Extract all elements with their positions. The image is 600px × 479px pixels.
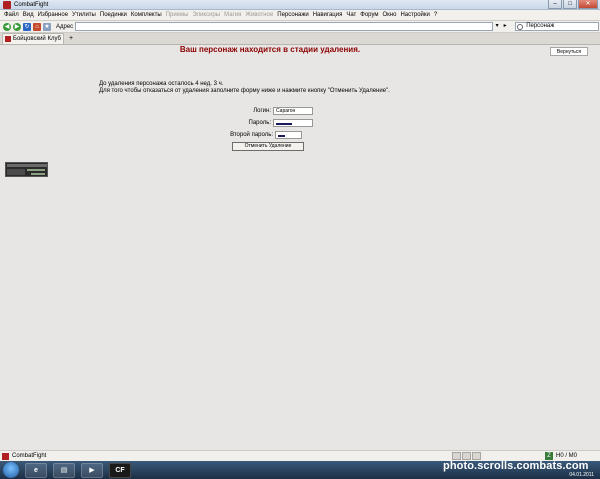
close-button[interactable]: ✕ (578, 0, 598, 9)
tab-favicon-icon (5, 36, 11, 42)
menu-bar: Файл Вид Избранное Утилиты Поединки Комплекты… (0, 10, 600, 21)
z-icon[interactable]: Z (545, 452, 553, 460)
menu-item[interactable]: Избранное (38, 12, 68, 18)
cancel-deletion-button[interactable]: Отменить Удаление (232, 142, 304, 151)
deletion-time-text: До удаления персонажа осталось 4 нед. 3 … (99, 81, 224, 87)
menu-item: Приемы (165, 12, 189, 18)
taskbar-ie-button[interactable]: e (25, 462, 47, 478)
menu-item[interactable]: Утилиты (72, 12, 96, 18)
second-password-label: Второй пароль: (230, 132, 273, 138)
maximize-button[interactable]: □ (563, 0, 577, 9)
menu-item[interactable]: Вид (23, 12, 34, 18)
login-row: Логин: Сарагон (236, 107, 313, 115)
tab-bar: Бойцовский Клуб + (0, 33, 600, 45)
taskbar-folder-button[interactable]: ▤ (53, 462, 75, 478)
go-icon[interactable]: ▸ (501, 22, 509, 31)
menu-item: Магия (224, 12, 242, 18)
password-row: Пароль: (236, 119, 313, 127)
taskbar-date: 04.01.2011 (569, 472, 594, 478)
search-icon (517, 24, 524, 30)
menu-item: Эликсиры (192, 12, 221, 18)
password-input[interactable] (273, 119, 313, 127)
menu-item[interactable]: Форум (360, 12, 378, 18)
hp-mana-counter: H0 / M0 (556, 453, 578, 459)
taskbar-media-button[interactable]: ▶ (81, 462, 103, 478)
counter-badge-line (7, 164, 47, 167)
home-icon[interactable]: ⌂ (33, 22, 41, 31)
minimize-button[interactable]: – (548, 0, 562, 9)
menu-item[interactable]: ? (434, 12, 437, 18)
new-tab-button[interactable]: + (66, 34, 76, 44)
watermark-text: photo.scrolls.combats.com (443, 460, 589, 472)
tab-combats[interactable]: Бойцовский Клуб (2, 33, 64, 44)
start-button[interactable] (3, 462, 19, 478)
password-label: Пароль: (248, 120, 272, 126)
second-password-row: Второй пароль: (218, 131, 302, 139)
counter-badge-line (27, 169, 45, 171)
window-controls: – □ ✕ (548, 0, 598, 9)
favorites-icon[interactable]: ★ (43, 22, 51, 31)
window-title: CombatFight (14, 1, 49, 8)
menu-item[interactable]: Окно (383, 12, 397, 18)
menu-item[interactable]: Навигация (313, 12, 343, 18)
address-input[interactable] (75, 22, 494, 31)
app-logo-icon (3, 1, 11, 9)
status-counter: Z H0 / M0 (545, 452, 577, 460)
refresh-icon[interactable]: ↻ (23, 22, 31, 31)
app-logo-icon (2, 453, 9, 460)
taskbar-combatfight-button[interactable]: CF (109, 462, 131, 478)
address-toolbar: ◀ ▶ ↻ ⌂ ★ Адрес ▾ ▸ Персонаж (0, 21, 600, 33)
status-tools (452, 452, 481, 460)
page-content: Ваш персонаж находится в стадии удаления… (0, 45, 600, 450)
menu-item[interactable]: Комплекты (131, 12, 162, 18)
status-title: CombatFight (12, 453, 47, 459)
counter-badge-image[interactable] (5, 162, 48, 177)
status-tool-icon[interactable] (462, 452, 471, 460)
status-tool-icon[interactable] (472, 452, 481, 460)
tab-label: Бойцовский Клуб (13, 36, 61, 42)
window-title-bar: CombatFight – □ ✕ (0, 0, 600, 10)
counter-badge-line (31, 173, 45, 175)
go-arrow-icon[interactable]: ▾ (493, 22, 501, 31)
menu-item[interactable]: Чат (346, 12, 356, 18)
counter-badge-logo (7, 169, 25, 175)
menu-item[interactable]: Персонажи (277, 12, 308, 18)
menu-item[interactable]: Поединки (100, 12, 127, 18)
menu-item[interactable]: Настройки (400, 12, 429, 18)
search-input[interactable]: Персонаж (515, 22, 600, 31)
menu-item[interactable]: Файл (4, 12, 19, 18)
back-icon[interactable]: ◀ (3, 22, 11, 31)
search-input-value: Персонаж (526, 23, 555, 29)
status-tool-icon[interactable] (452, 452, 461, 460)
deletion-instructions-text: Для того чтобы отказаться от удаления за… (99, 88, 390, 94)
login-label: Логин: (253, 108, 271, 114)
second-password-mask (278, 135, 285, 137)
password-mask (276, 123, 292, 125)
return-button[interactable]: Вернуться (550, 47, 588, 56)
login-input[interactable]: Сарагон (273, 107, 313, 115)
forward-icon[interactable]: ▶ (13, 22, 21, 31)
address-label: Адрес (56, 23, 74, 30)
second-password-input[interactable] (275, 131, 302, 139)
menu-item: Животное (245, 12, 274, 18)
page-title: Ваш персонаж находится в стадии удаления… (179, 45, 361, 54)
